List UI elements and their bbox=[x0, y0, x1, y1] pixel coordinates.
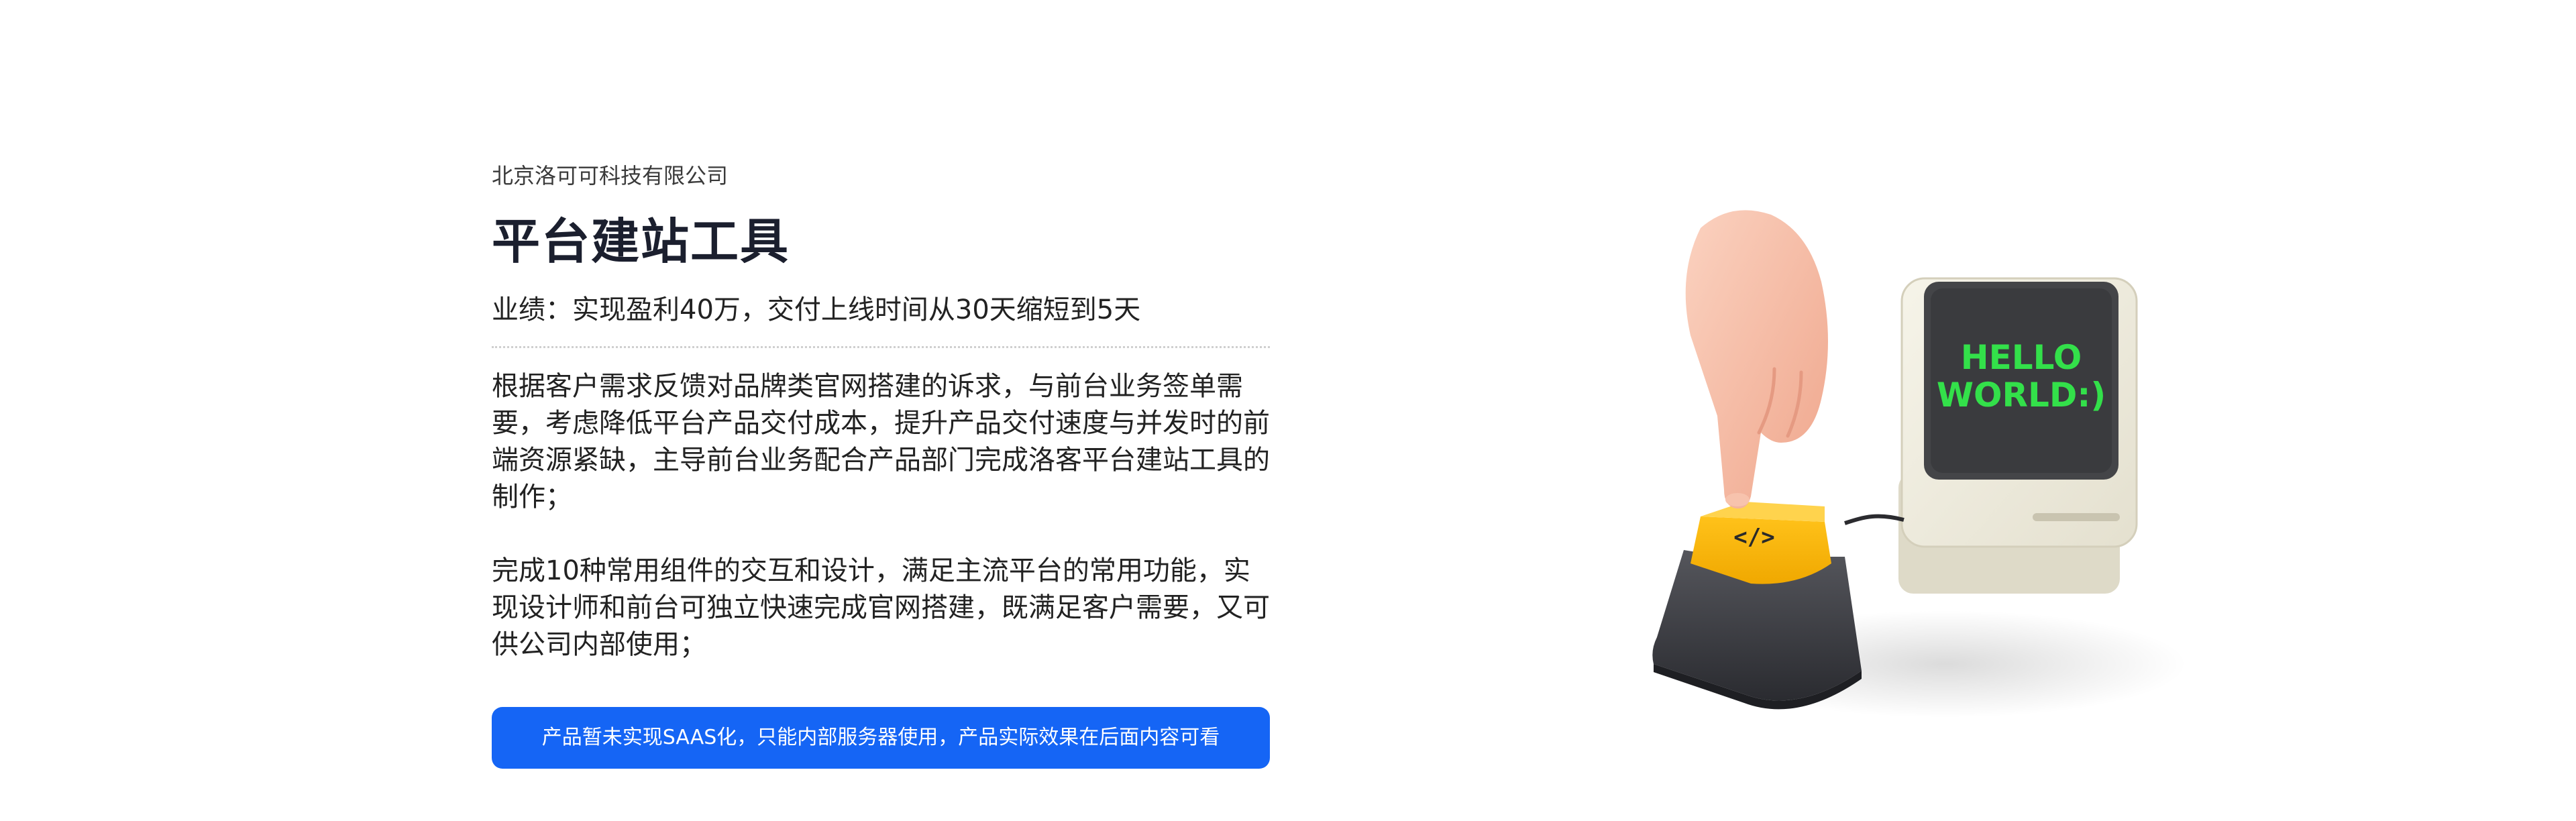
hello-world-illustration: HELLO WORLD:) </> bbox=[1652, 210, 2187, 718]
screen-text-line-2: WORLD:) bbox=[1937, 376, 2106, 415]
description-paragraph-1: 根据客户需求反馈对品牌类官网搭建的诉求，与前台业务签单需要，考虑降低平台产品交付… bbox=[492, 371, 1270, 512]
project-card: 北京洛可可科技有限公司 平台建站工具 业绩：实现盈利40万，交付上线时间从30天… bbox=[492, 161, 1270, 769]
dotted-divider bbox=[492, 346, 1270, 348]
cable bbox=[1844, 514, 1904, 525]
performance-summary: 业绩：实现盈利40万，交付上线时间从30天缩短到5天 bbox=[492, 294, 1141, 325]
page: 北京洛可可科技有限公司 平台建站工具 业绩：实现盈利40万，交付上线时间从30天… bbox=[0, 0, 2576, 821]
pointing-hand bbox=[1685, 210, 1828, 509]
description-paragraph-2: 完成10种常用组件的交互和设计，满足主流平台的常用功能，实现设计师和前台可独立快… bbox=[492, 555, 1270, 660]
page-title: 平台建站工具 bbox=[492, 213, 790, 270]
company-name: 北京洛可可科技有限公司 bbox=[492, 163, 729, 188]
notice-banner[interactable]: 产品暂未实现SAAS化，只能内部服务器使用，产品实际效果在后面内容可看 bbox=[492, 707, 1270, 769]
code-symbol: </> bbox=[1733, 524, 1774, 551]
code-key-button: </> bbox=[1652, 502, 1862, 710]
screen-text-line-1: HELLO bbox=[1961, 338, 2082, 377]
computer-monitor: HELLO WORLD:) bbox=[1898, 277, 2138, 594]
